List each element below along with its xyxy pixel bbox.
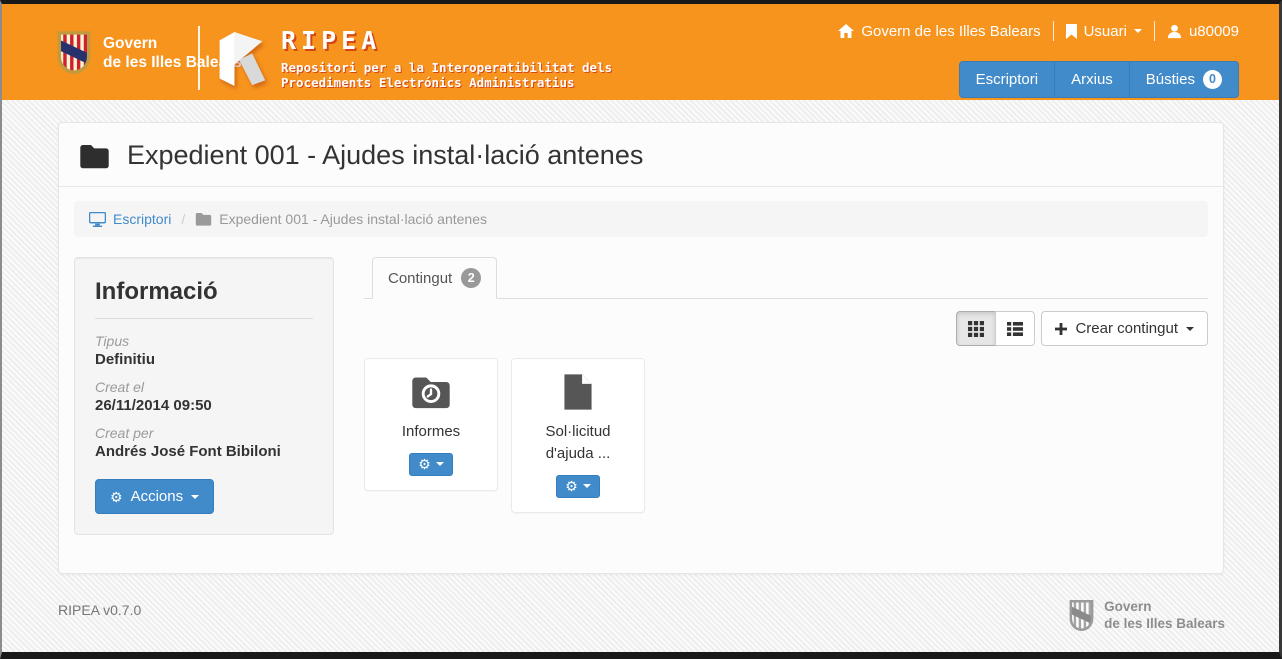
content-item-label: Sol·licitud d'ajuda ... [520,421,636,465]
content-column: Contingut 2 [364,257,1208,513]
plus-icon [1055,323,1067,335]
info-panel-title: Informació [95,278,313,306]
breadcrumb-separator: / [181,211,185,227]
field-value-tipus: Definitiu [95,351,313,368]
top-link-govern[interactable]: Govern de les Illes Balears [838,23,1040,40]
desktop-icon [89,212,106,227]
contingut-count-badge: 2 [461,268,481,288]
field-label-creat-el: Creat el [95,379,313,395]
info-panel: Informació Tipus Definitiu Creat el 26/1… [74,257,334,535]
app-header: Govern de les Illes Balears RIPEA Reposi… [2,4,1279,100]
page-title-bar: Expedient 001 - Ajudes instal·lació ante… [59,123,1223,187]
nav-button-busties[interactable]: Bústies 0 [1130,61,1239,98]
ripea-subtitle: Repositori per a la Interoperatibilitat … [281,60,612,90]
ripea-logo-text: RIPEA Repositori per a la Interoperatibi… [281,28,612,90]
folder-icon [79,143,110,169]
main-nav: Escriptori Arxius Bústies 0 [959,61,1239,98]
user-icon [1167,24,1182,39]
item-actions-button[interactable]: ⚙ [409,453,453,476]
item-actions-button[interactable]: ⚙ [556,475,600,498]
gear-icon: ⚙ [565,479,578,493]
footer-govern-shield-logo [1068,599,1095,632]
content-items: Informes ⚙ Sol·licit [364,358,1208,513]
top-link-usuari[interactable]: Usuari [1066,23,1142,40]
field-value-creat-per: Andrés José Font Bibiloni [95,443,313,460]
crear-contingut-button[interactable]: Crear contingut [1041,311,1208,346]
grid-icon [968,321,984,337]
content-toolbar: Crear contingut [364,311,1208,346]
tab-contingut[interactable]: Contingut 2 [372,257,497,299]
ripea-title: RIPEA [281,28,612,54]
breadcrumb-current: Expedient 001 - Ajudes instal·lació ante… [195,211,487,227]
top-links-divider [1154,21,1155,41]
gear-icon: ⚙ [110,490,123,504]
header-top-links: Govern de les Illes Balears Usuari u8000… [838,21,1239,41]
grid-view-button[interactable] [956,311,996,346]
app-version: RIPEA v0.7.0 [58,598,141,618]
caret-down-icon [436,462,444,466]
footer-govern-brand: Govern de les Illes Balears [1068,598,1225,632]
nav-button-arxius[interactable]: Arxius [1055,61,1130,98]
ripea-r-icon [214,28,268,90]
ripea-logo-block: RIPEA Repositori per a la Interoperatibi… [214,28,612,90]
folder-icon [195,212,212,226]
document-icon [520,372,636,412]
busties-count-badge: 0 [1203,70,1222,89]
field-label-creat-per: Creat per [95,425,313,441]
view-toggle-group [956,311,1035,346]
list-view-button[interactable] [995,311,1035,346]
page-title: Expedient 001 - Ajudes instal·lació ante… [127,140,643,171]
caret-down-icon [1186,327,1194,331]
home-icon [838,24,854,38]
main-panel: Expedient 001 - Ajudes instal·lació ante… [58,122,1224,574]
breadcrumb: Escriptori / Expedient 001 - Ajudes inst… [74,201,1208,237]
content-item-informes[interactable]: Informes ⚙ [364,358,498,491]
caret-down-icon [1134,29,1142,33]
info-divider [95,318,313,319]
field-label-tipus: Tipus [95,333,313,349]
folder-clock-icon [373,372,489,412]
footer-brand-text: Govern de les Illes Balears [1104,598,1225,632]
content-columns: Informació Tipus Definitiu Creat el 26/1… [59,251,1223,573]
field-value-creat-el: 26/11/2014 09:50 [95,397,313,414]
browser-viewport: Govern de les Illes Balears RIPEA Reposi… [0,0,1282,659]
caret-down-icon [191,495,199,499]
nav-button-escriptori[interactable]: Escriptori [959,61,1056,98]
bookmark-icon [1066,24,1077,39]
list-icon [1007,321,1023,337]
app-footer: RIPEA v0.7.0 Govern de les Illes Balears [58,598,1225,632]
top-link-user-id[interactable]: u80009 [1167,23,1239,40]
caret-down-icon [583,484,591,488]
content-item-label: Informes [373,421,489,443]
breadcrumb-link-escriptori[interactable]: Escriptori [89,211,171,227]
header-divider [198,26,200,90]
content-item-sollicitud[interactable]: Sol·licitud d'ajuda ... ⚙ [511,358,645,513]
govern-shield-logo [55,30,93,75]
top-links-divider [1053,21,1054,41]
accions-button[interactable]: ⚙ Accions [95,479,214,514]
gear-icon: ⚙ [418,457,431,471]
tab-bar: Contingut 2 [364,257,1208,299]
